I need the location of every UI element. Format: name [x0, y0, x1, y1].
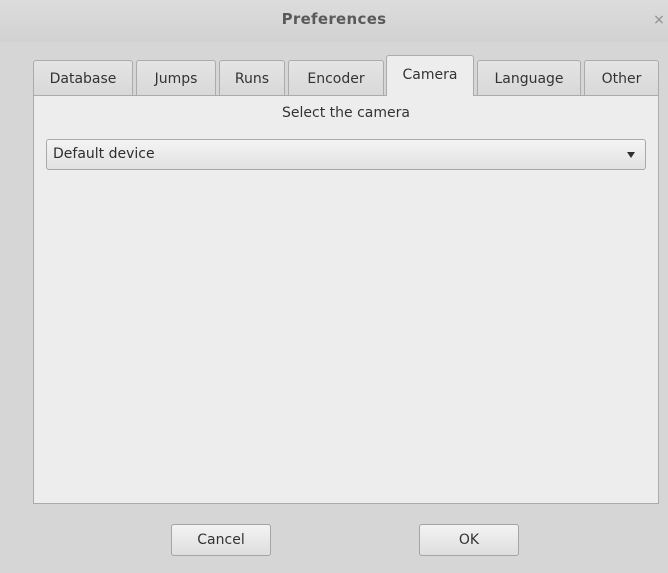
- window-title: Preferences: [281, 10, 387, 28]
- cancel-button[interactable]: Cancel: [171, 524, 271, 556]
- title-bar[interactable]: Preferences ×: [0, 0, 668, 42]
- ok-button[interactable]: OK: [419, 524, 519, 556]
- close-icon[interactable]: ×: [652, 11, 666, 29]
- chevron-down-icon[interactable]: [627, 152, 635, 158]
- camera-panel: Select the camera Default device: [33, 95, 659, 504]
- tab-database[interactable]: Database: [33, 60, 133, 96]
- tab-jumps[interactable]: Jumps: [136, 60, 216, 96]
- preferences-window: Preferences × Database Jumps Runs Encode…: [0, 0, 668, 573]
- tab-camera[interactable]: Camera: [386, 55, 474, 96]
- camera-select[interactable]: Default device: [46, 139, 646, 170]
- panel-heading: Select the camera: [282, 105, 410, 121]
- tab-runs[interactable]: Runs: [219, 60, 285, 96]
- tab-other[interactable]: Other: [584, 60, 659, 96]
- camera-select-value: Default device: [53, 146, 155, 162]
- preferences-tabs: Database Jumps Runs Encoder Camera Langu…: [33, 55, 659, 96]
- tab-language[interactable]: Language: [477, 60, 581, 96]
- tab-encoder[interactable]: Encoder: [288, 60, 384, 96]
